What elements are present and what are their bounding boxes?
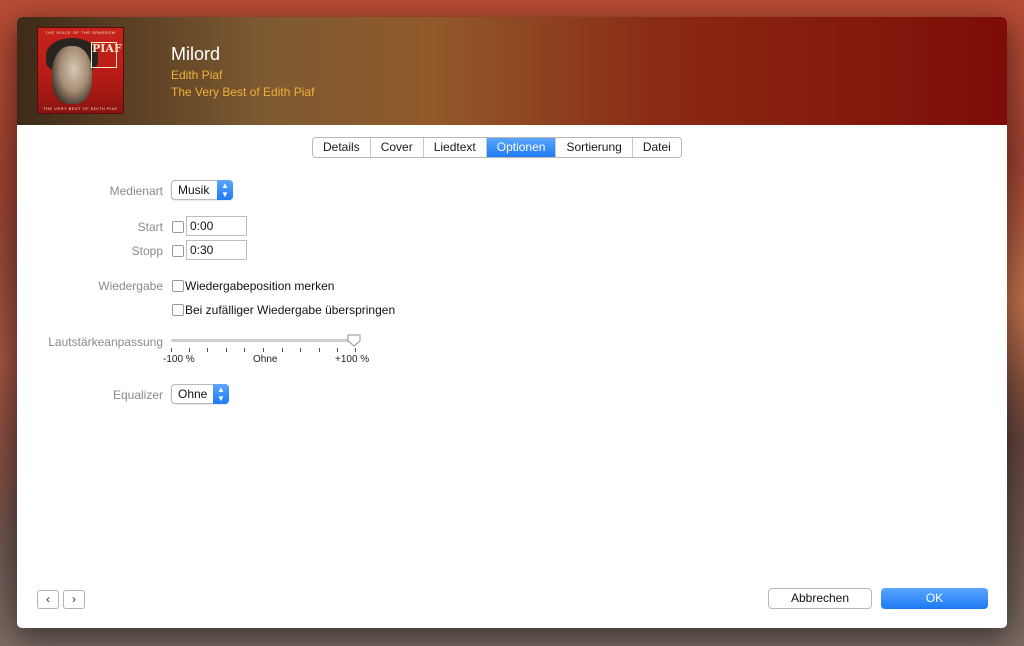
cancel-button[interactable]: Abbrechen	[768, 588, 872, 609]
stop-time-field[interactable]: 0:30	[186, 240, 247, 260]
song-title: Milord	[171, 44, 221, 64]
skip-shuffle-label[interactable]: Bei zufälliger Wiedergabe überspringen	[185, 303, 395, 317]
popup-arrows-icon: ▲ ▼	[217, 180, 233, 200]
stop-checkbox[interactable]	[172, 245, 184, 257]
playback-label: Wiedergabe	[98, 279, 163, 293]
slider-tick	[355, 348, 356, 352]
remember-position-label[interactable]: Wiedergabeposition merken	[185, 279, 334, 293]
volume-max-label: +100 %	[335, 354, 370, 365]
tab-lyrics[interactable]: Liedtext	[424, 138, 487, 157]
volume-slider-knob[interactable]	[347, 334, 361, 347]
slider-tick	[300, 348, 301, 352]
volume-min-label: -100 %	[163, 354, 195, 365]
media-kind-label: Medienart	[109, 184, 163, 198]
previous-track-button[interactable]: ‹	[37, 590, 59, 609]
cover-bottom-text: THE VERY BEST OF EDITH PIAF	[43, 106, 118, 111]
next-track-button[interactable]: ›	[63, 590, 85, 609]
equalizer-value: Ohne	[178, 387, 208, 401]
slider-tick	[244, 348, 245, 352]
tab-file[interactable]: Datei	[633, 138, 681, 157]
cover-top-text: THE VOICE OF THE SPARROW	[45, 30, 116, 35]
cover-portrait	[52, 46, 92, 104]
volume-slider-track[interactable]	[171, 339, 357, 342]
cover-badge: PIAF	[91, 42, 122, 68]
tab-details[interactable]: Details	[313, 138, 371, 157]
stop-label: Stopp	[131, 244, 163, 258]
start-label: Start	[137, 220, 163, 234]
chevron-left-icon: ‹	[46, 592, 50, 606]
volume-adjust-label: Lautstärkeanpassung	[48, 335, 163, 349]
slider-tick	[226, 348, 227, 352]
tab-bar: Details Cover Liedtext Optionen Sortieru…	[312, 137, 682, 158]
chevron-right-icon: ›	[72, 592, 76, 606]
start-checkbox[interactable]	[172, 221, 184, 233]
slider-tick	[263, 348, 264, 352]
slider-tick	[171, 348, 172, 352]
equalizer-label: Equalizer	[112, 388, 163, 402]
slider-tick	[337, 348, 338, 352]
start-time-field[interactable]: 0:00	[186, 216, 247, 236]
song-info-dialog: THE VOICE OF THE SPARROW PIAF THE VERY B…	[17, 17, 1007, 628]
popup-arrows-icon: ▲ ▼	[213, 384, 229, 404]
artist-name: Edith Piaf	[171, 68, 223, 82]
volume-mid-label: Ohne	[253, 354, 278, 365]
tab-options[interactable]: Optionen	[486, 138, 557, 157]
slider-tick	[319, 348, 320, 352]
slider-tick	[282, 348, 283, 352]
ok-button[interactable]: OK	[881, 588, 988, 609]
album-cover: THE VOICE OF THE SPARROW PIAF THE VERY B…	[37, 27, 124, 114]
slider-tick	[207, 348, 208, 352]
album-name: The Very Best of Edith Piaf	[171, 85, 315, 99]
media-kind-popup[interactable]: Musik ▲ ▼	[171, 180, 233, 200]
media-kind-value: Musik	[178, 183, 210, 197]
slider-tick	[189, 348, 190, 352]
tab-cover[interactable]: Cover	[371, 138, 424, 157]
tab-sorting[interactable]: Sortierung	[556, 138, 633, 157]
skip-shuffle-checkbox[interactable]	[172, 304, 184, 316]
dialog-header: THE VOICE OF THE SPARROW PIAF THE VERY B…	[17, 17, 1007, 125]
equalizer-popup[interactable]: Ohne ▲ ▼	[171, 384, 229, 404]
remember-position-checkbox[interactable]	[172, 280, 184, 292]
